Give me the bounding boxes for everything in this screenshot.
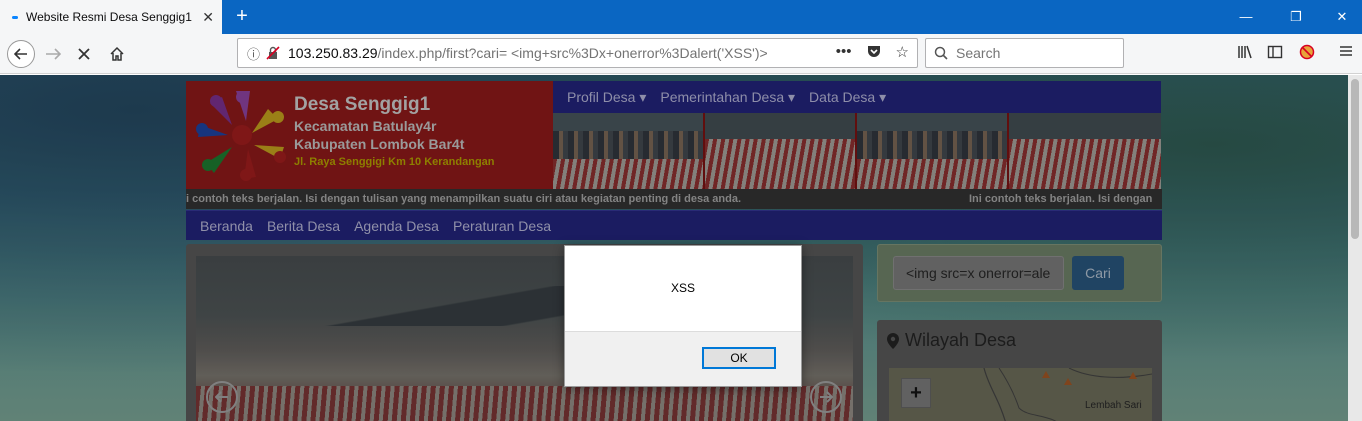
tab-loading-icon bbox=[12, 15, 18, 19]
back-arrow-icon bbox=[7, 40, 35, 68]
navigation-toolbar: ⓘ 103.250.83.29/index.php/first?cari= <i… bbox=[0, 34, 1362, 74]
search-icon bbox=[934, 46, 948, 60]
home-icon bbox=[110, 46, 124, 61]
info-icon[interactable]: ⓘ bbox=[247, 44, 260, 63]
browser-tab[interactable]: Website Resmi Desa Senggig1 ✕ bbox=[0, 0, 222, 34]
addon-icon[interactable] bbox=[1297, 44, 1317, 64]
tab-close-icon[interactable]: ✕ bbox=[202, 9, 214, 25]
alert-dialog: XSS OK bbox=[564, 245, 802, 387]
stop-icon bbox=[78, 48, 90, 60]
minimize-button[interactable]: — bbox=[1236, 7, 1256, 27]
tab-title: Website Resmi Desa Senggig1 bbox=[26, 10, 192, 24]
restore-button[interactable]: ❐ bbox=[1286, 7, 1306, 27]
pocket-icon[interactable] bbox=[866, 43, 882, 59]
back-button[interactable] bbox=[6, 39, 36, 69]
url-host: 103.250.83.29 bbox=[288, 45, 378, 61]
address-bar[interactable]: ⓘ 103.250.83.29/index.php/first?cari= <i… bbox=[237, 38, 918, 68]
home-button[interactable] bbox=[102, 39, 132, 69]
alert-body: XSS bbox=[565, 246, 801, 332]
menu-icon[interactable] bbox=[1336, 44, 1356, 64]
new-tab-button[interactable]: + bbox=[230, 4, 254, 28]
search-input[interactable] bbox=[956, 45, 1106, 61]
search-bar[interactable] bbox=[925, 38, 1124, 68]
library-icon[interactable] bbox=[1235, 44, 1255, 64]
alert-message: XSS bbox=[670, 281, 695, 295]
url-text[interactable]: 103.250.83.29/index.php/first?cari= <img… bbox=[288, 45, 768, 61]
close-window-button[interactable]: ✕ bbox=[1332, 7, 1352, 27]
stop-button[interactable] bbox=[69, 39, 99, 69]
forward-button[interactable] bbox=[38, 39, 68, 69]
insecure-lock-icon[interactable] bbox=[266, 46, 280, 60]
scrollbar-thumb[interactable] bbox=[1351, 79, 1359, 239]
bookmark-star-icon[interactable]: ☆ bbox=[896, 43, 909, 61]
vertical-scrollbar[interactable] bbox=[1348, 75, 1362, 421]
url-path: /index.php/first?cari= <img+src%3Dx+oner… bbox=[377, 45, 768, 61]
sidebar-icon[interactable] bbox=[1265, 44, 1285, 64]
forward-arrow-icon bbox=[46, 48, 61, 60]
alert-ok-button[interactable]: OK bbox=[702, 347, 776, 369]
page-actions-icon[interactable]: ••• bbox=[836, 43, 852, 61]
title-bar: Website Resmi Desa Senggig1 ✕ + — ❐ ✕ bbox=[0, 0, 1362, 34]
